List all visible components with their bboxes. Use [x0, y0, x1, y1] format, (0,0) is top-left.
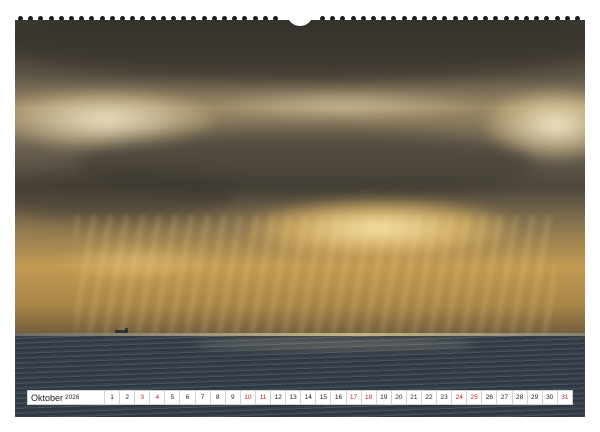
- day-number: 8: [215, 394, 220, 401]
- day-number: 3: [140, 394, 145, 401]
- dark-cloud: [15, 20, 585, 80]
- sea-reflection: [195, 338, 475, 350]
- day-number: 6: [185, 394, 190, 401]
- calendar-day: 27: [496, 391, 512, 404]
- calendar-day: 31: [556, 391, 572, 404]
- day-number: 7: [200, 394, 205, 401]
- calendar-day: 4: [149, 391, 165, 404]
- calendar-day: 21: [405, 391, 421, 404]
- calendar-day: 17: [345, 391, 361, 404]
- calendar-day: 6: [179, 391, 195, 404]
- sun-rays: [75, 215, 555, 335]
- day-number: 27: [500, 394, 509, 401]
- calendar-strip: Oktober 2026 1 2 3 4 5 6 7 8 9 10 11 12 13 14 15 16 17 18…: [27, 390, 573, 405]
- calendar-day: 2: [119, 391, 135, 404]
- day-number: 29: [531, 394, 539, 401]
- calendar-day: 29: [526, 391, 542, 404]
- calendar-photo: [15, 20, 585, 417]
- day-number: 23: [440, 394, 448, 401]
- calendar-day: 16: [330, 391, 346, 404]
- day-number: 28: [515, 394, 524, 401]
- calendar-day: 7: [194, 391, 210, 404]
- calendar-day: 14: [300, 391, 316, 404]
- distant-ship-mast: [125, 328, 128, 333]
- calendar-day: 9: [224, 391, 240, 404]
- distant-ship: [115, 330, 125, 333]
- calendar-day: 8: [209, 391, 225, 404]
- month-name: Oktober: [31, 392, 64, 403]
- calendar-day: 20: [390, 391, 406, 404]
- calendar-day: 19: [375, 391, 391, 404]
- sunlit-cloud: [215, 90, 475, 120]
- dark-cloud: [15, 170, 235, 220]
- calendar-day: 18: [360, 391, 376, 404]
- calendar-day: 13: [285, 391, 301, 404]
- day-number: 25: [470, 394, 478, 401]
- day-number: 24: [455, 394, 463, 401]
- day-number: 15: [319, 394, 327, 401]
- day-number: 9: [230, 394, 235, 401]
- day-number: 2: [125, 394, 129, 401]
- month-label: Oktober 2026: [28, 391, 104, 404]
- day-number: 17: [349, 394, 358, 401]
- day-number: 26: [485, 394, 493, 401]
- calendar-day: 28: [511, 391, 527, 404]
- day-number: 13: [289, 394, 297, 401]
- year-label: 2026: [65, 394, 80, 401]
- calendar-day: 30: [541, 391, 557, 404]
- day-number: 20: [395, 394, 403, 401]
- day-number: 31: [561, 394, 569, 401]
- day-number: 11: [259, 394, 267, 401]
- day-number: 19: [380, 394, 388, 401]
- day-number: 10: [244, 394, 252, 401]
- calendar-day: 5: [164, 391, 180, 404]
- calendar-day: 3: [134, 391, 150, 404]
- day-number: 18: [365, 394, 373, 401]
- day-number: 4: [155, 394, 160, 401]
- day-number: 5: [170, 394, 175, 401]
- day-number: 21: [410, 394, 418, 401]
- calendar-day: 15: [315, 391, 331, 404]
- day-number: 30: [546, 394, 554, 401]
- calendar-day: 10: [239, 391, 255, 404]
- calendar-day: 23: [436, 391, 452, 404]
- calendar-day: 25: [466, 391, 482, 404]
- calendar-day: 24: [451, 391, 467, 404]
- calendar-day: 22: [420, 391, 437, 404]
- calendar-day: 11: [254, 391, 271, 404]
- calendar-day: 26: [481, 391, 497, 404]
- day-number: 16: [334, 394, 343, 401]
- day-number: 1: [110, 394, 114, 401]
- day-number: 12: [274, 394, 282, 401]
- day-number: 22: [425, 394, 433, 401]
- day-number: 14: [304, 394, 312, 401]
- calendar-day: 12: [270, 391, 286, 404]
- calendar-day: 1: [104, 391, 120, 404]
